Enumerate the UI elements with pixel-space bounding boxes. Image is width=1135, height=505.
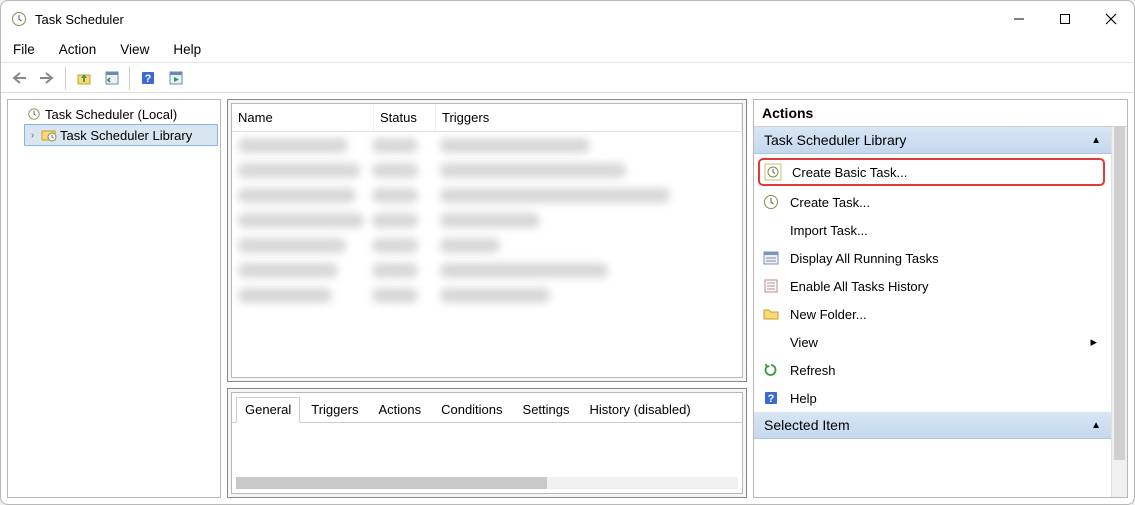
- tab-settings[interactable]: Settings: [514, 397, 579, 422]
- list-header: Name Status Triggers: [232, 104, 742, 132]
- toolbar: ?: [1, 63, 1134, 93]
- col-status[interactable]: Status: [374, 104, 436, 131]
- tree-root-label: Task Scheduler (Local): [45, 107, 177, 122]
- help-button[interactable]: ?: [135, 66, 161, 90]
- action-import-task-label: Import Task...: [790, 223, 868, 238]
- tree-root[interactable]: Task Scheduler (Local): [10, 104, 218, 124]
- action-enable-history-label: Enable All Tasks History: [790, 279, 929, 294]
- actions-title: Actions: [754, 100, 1127, 127]
- action-new-folder-label: New Folder...: [790, 307, 867, 322]
- run-button[interactable]: [163, 66, 189, 90]
- svg-text:?: ?: [145, 73, 152, 85]
- action-help[interactable]: ? Help: [754, 384, 1111, 412]
- scrollbar-thumb[interactable]: [1114, 127, 1125, 460]
- folder-clock-icon: [41, 127, 57, 143]
- tree-library[interactable]: › Task Scheduler Library: [24, 124, 218, 146]
- clock-icon: [11, 11, 27, 27]
- action-refresh-label: Refresh: [790, 363, 836, 378]
- tab-triggers[interactable]: Triggers: [302, 397, 367, 422]
- help-icon: ?: [762, 389, 780, 407]
- menu-action[interactable]: Action: [57, 40, 99, 59]
- vertical-scrollbar[interactable]: [1111, 127, 1127, 497]
- menu-help[interactable]: Help: [171, 40, 203, 59]
- tab-actions[interactable]: Actions: [369, 397, 430, 422]
- action-help-label: Help: [790, 391, 817, 406]
- clock-icon: [26, 106, 42, 122]
- folder-icon: [762, 305, 780, 323]
- menu-file[interactable]: File: [11, 40, 37, 59]
- actions-group-library[interactable]: Task Scheduler Library ▲: [754, 127, 1111, 154]
- chevron-right-icon: ▸: [1090, 334, 1097, 350]
- detail-tabs: General Triggers Actions Conditions Sett…: [232, 393, 742, 423]
- wizard-clock-icon: [764, 163, 782, 181]
- actions-group-selected[interactable]: Selected Item ▲: [754, 412, 1111, 439]
- action-import-task[interactable]: Import Task...: [754, 216, 1111, 244]
- toolbar-separator: [65, 66, 67, 90]
- task-details-pane: General Triggers Actions Conditions Sett…: [227, 388, 747, 498]
- action-create-task[interactable]: Create Task...: [754, 188, 1111, 216]
- svg-text:?: ?: [768, 393, 775, 405]
- clock-icon: [762, 193, 780, 211]
- scrollbar-thumb[interactable]: [236, 477, 547, 489]
- content-area: Task Scheduler (Local) › Task Scheduler …: [1, 93, 1134, 504]
- up-folder-button[interactable]: [71, 66, 97, 90]
- blank-icon: [762, 333, 780, 351]
- blank-icon: [762, 221, 780, 239]
- tab-history[interactable]: History (disabled): [581, 397, 700, 422]
- action-new-folder[interactable]: New Folder...: [754, 300, 1111, 328]
- horizontal-scrollbar[interactable]: [236, 477, 738, 489]
- history-list-icon: [762, 277, 780, 295]
- action-enable-history[interactable]: Enable All Tasks History: [754, 272, 1111, 300]
- action-view-submenu[interactable]: View ▸: [754, 328, 1111, 356]
- task-list-blurred: [232, 136, 742, 316]
- window: Task Scheduler File Action View Help ? T…: [0, 0, 1135, 505]
- tree-panel: Task Scheduler (Local) › Task Scheduler …: [7, 99, 221, 498]
- col-name[interactable]: Name: [232, 104, 374, 131]
- minimize-button[interactable]: [996, 1, 1042, 37]
- collapse-up-icon[interactable]: ▲: [1091, 135, 1101, 146]
- actions-group-library-label: Task Scheduler Library: [764, 132, 906, 148]
- refresh-icon: [762, 361, 780, 379]
- nav-forward-button[interactable]: [35, 66, 61, 90]
- middle-panel: Name Status Triggers: [227, 99, 747, 498]
- action-view-label: View: [790, 335, 818, 350]
- action-create-basic-task[interactable]: Create Basic Task...: [758, 158, 1105, 186]
- col-triggers[interactable]: Triggers: [436, 104, 742, 131]
- action-display-running-label: Display All Running Tasks: [790, 251, 939, 266]
- close-button[interactable]: [1088, 1, 1134, 37]
- actions-panel: Actions Task Scheduler Library ▲ Create …: [753, 99, 1128, 498]
- actions-group-selected-label: Selected Item: [764, 417, 850, 433]
- nav-back-button[interactable]: [7, 66, 33, 90]
- menubar: File Action View Help: [1, 37, 1134, 63]
- tree-library-label: Task Scheduler Library: [60, 128, 192, 143]
- menu-view[interactable]: View: [118, 40, 151, 59]
- task-list-pane: Name Status Triggers: [227, 99, 747, 382]
- chevron-right-icon[interactable]: ›: [27, 130, 38, 141]
- action-create-basic-task-label: Create Basic Task...: [792, 165, 907, 180]
- window-list-icon: [762, 249, 780, 267]
- maximize-button[interactable]: [1042, 1, 1088, 37]
- toolbar-separator: [129, 66, 131, 90]
- action-refresh[interactable]: Refresh: [754, 356, 1111, 384]
- action-display-running[interactable]: Display All Running Tasks: [754, 244, 1111, 272]
- tab-general[interactable]: General: [236, 397, 300, 423]
- collapse-up-icon[interactable]: ▲: [1091, 420, 1101, 431]
- action-create-task-label: Create Task...: [790, 195, 870, 210]
- properties-button[interactable]: [99, 66, 125, 90]
- titlebar: Task Scheduler: [1, 1, 1134, 37]
- tab-conditions[interactable]: Conditions: [432, 397, 511, 422]
- window-title: Task Scheduler: [35, 12, 124, 27]
